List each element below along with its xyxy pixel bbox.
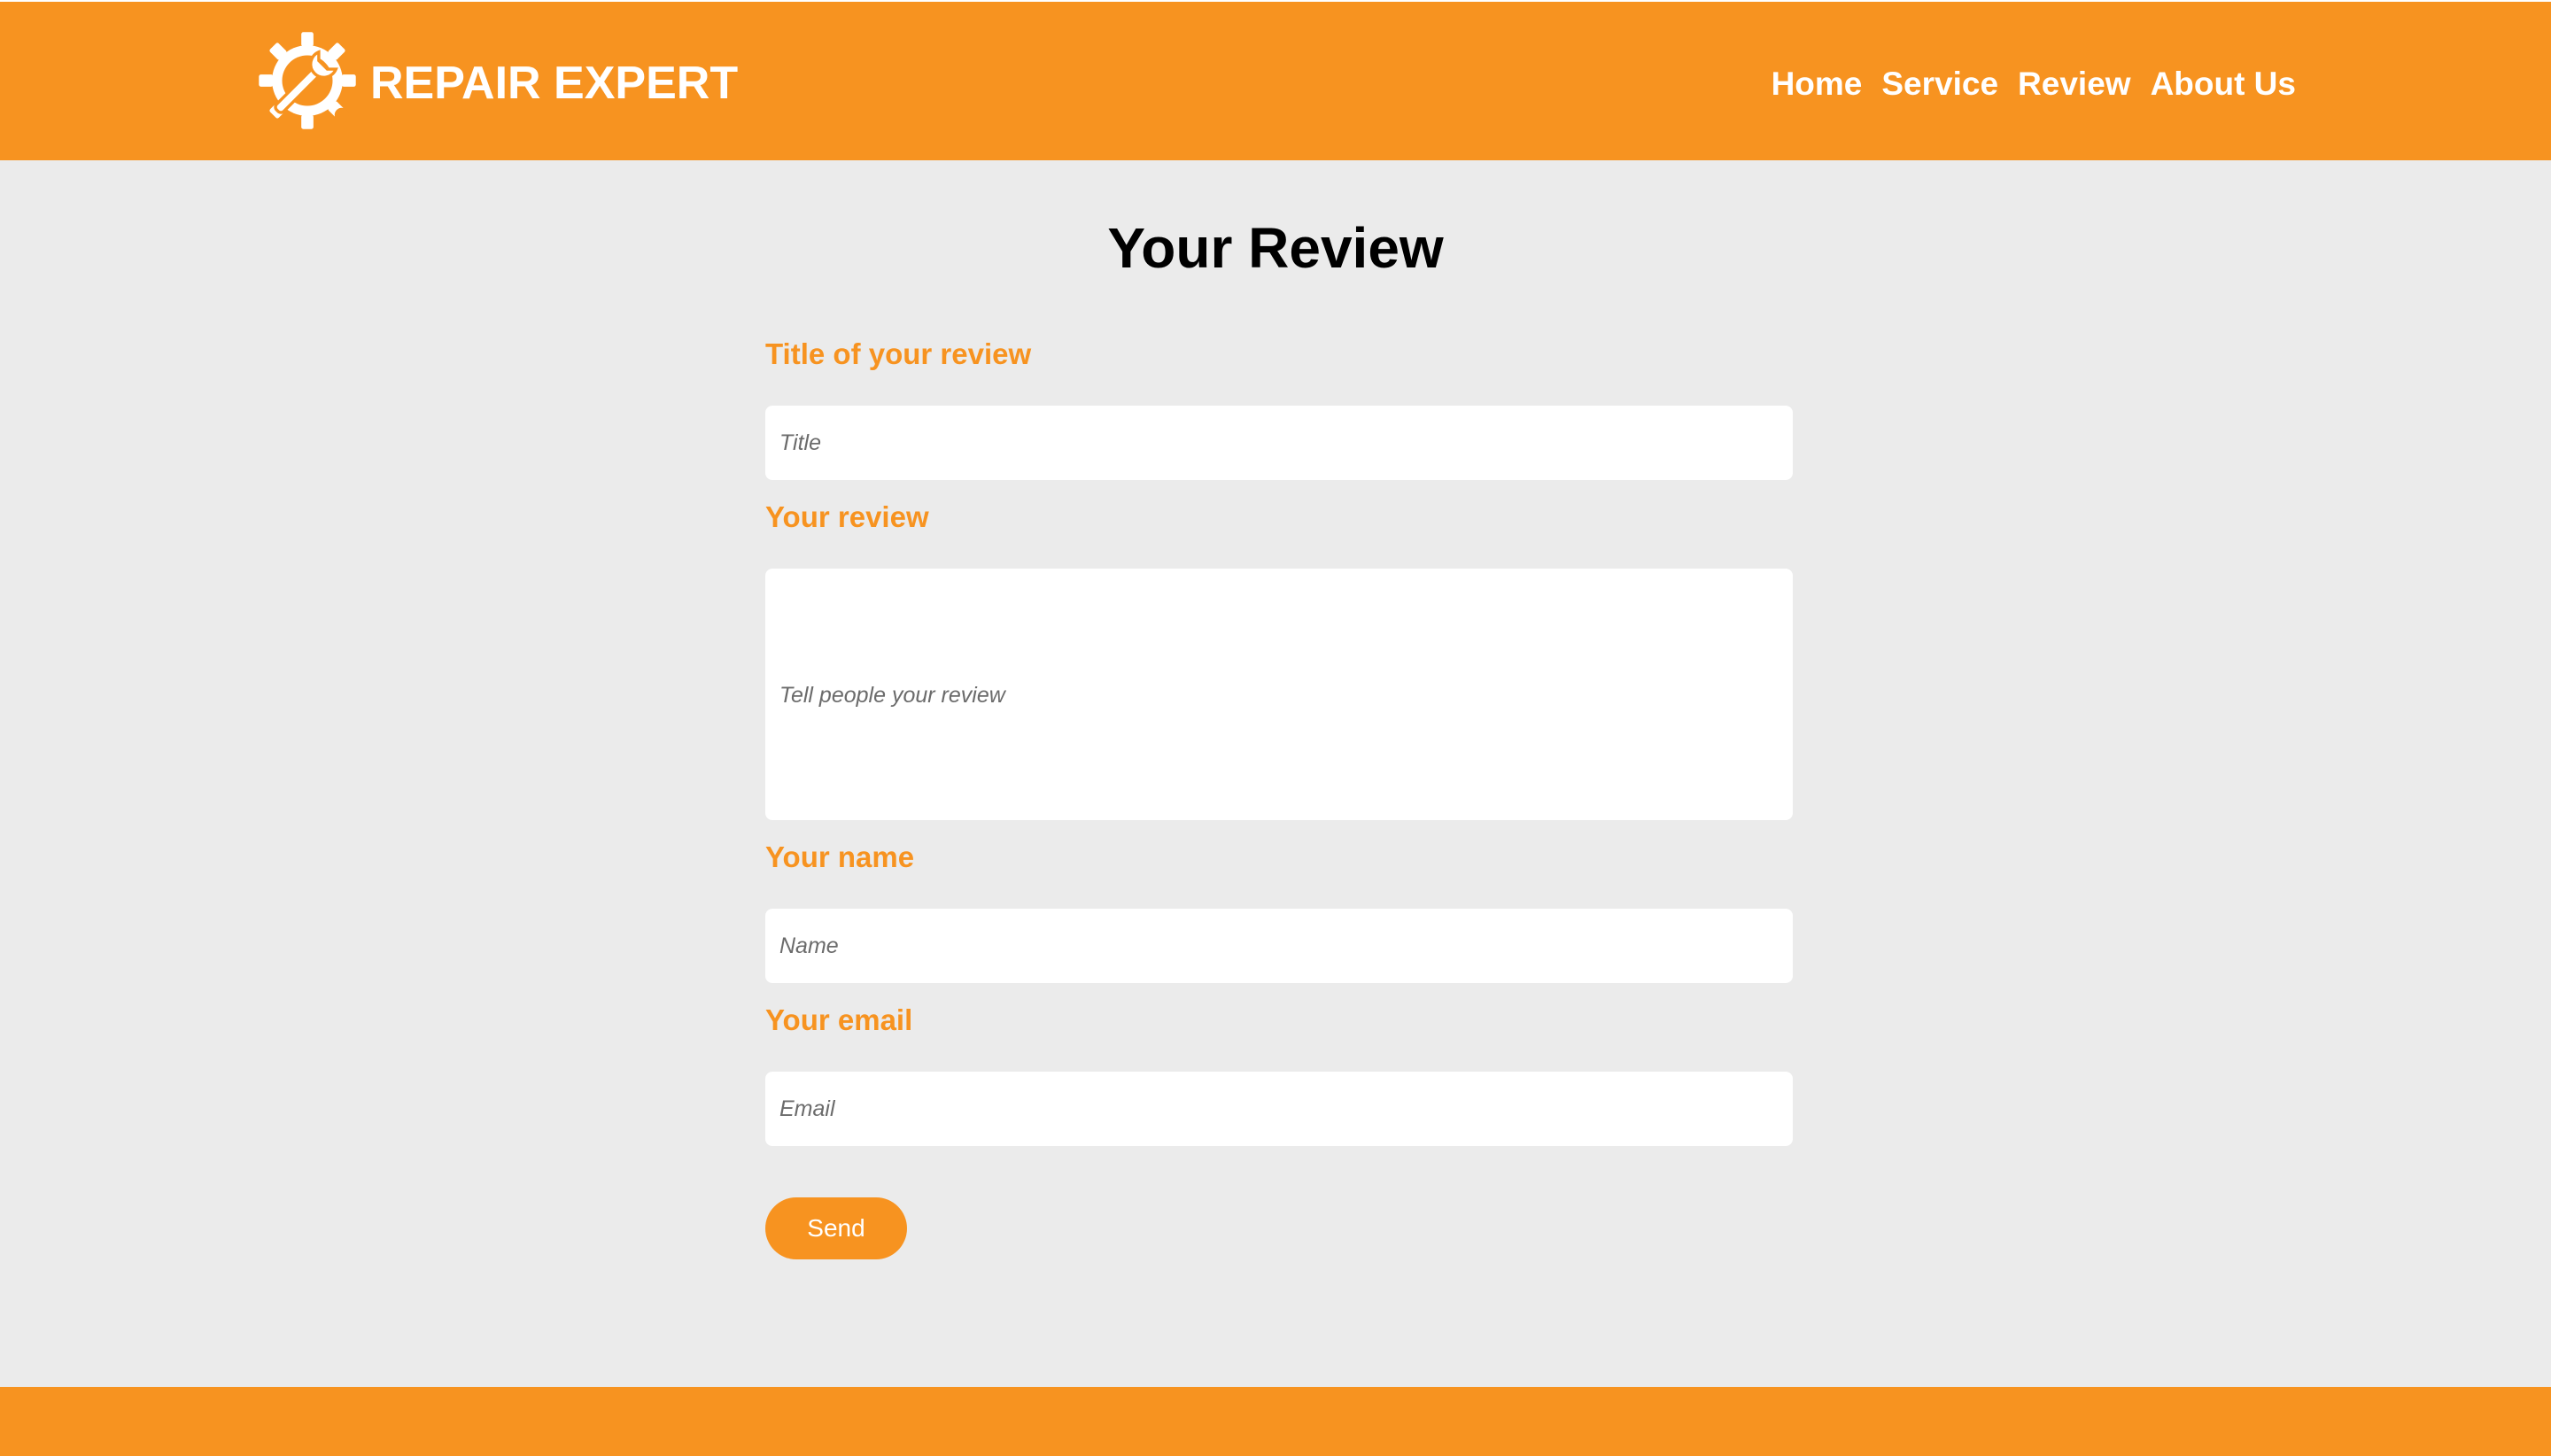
review-textarea[interactable] [765,569,1793,820]
title-label: Title of your review [765,337,1032,370]
name-input[interactable] [765,909,1793,983]
email-input[interactable] [765,1072,1793,1146]
review-label: Your review [765,500,929,533]
site-header: REPAIR EXPERT Home Service Review About … [0,0,2551,160]
name-label: Your name [765,840,915,873]
nav-item-service[interactable]: Service [1881,64,1998,105]
email-label: Your email [765,1003,913,1036]
send-button[interactable]: Send [765,1197,907,1259]
nav-item-review[interactable]: Review [2018,64,2131,105]
main-nav: Home Service Review About Us [1772,64,2296,105]
site-footer [0,1387,2551,1456]
gear-wrench-icon[interactable] [257,30,358,131]
nav-item-about-us[interactable]: About Us [2151,64,2296,105]
brand-name[interactable]: REPAIR EXPERT [370,57,738,110]
page-title: Your Review [1107,216,1444,280]
nav-item-home[interactable]: Home [1772,64,1863,105]
title-input[interactable] [765,406,1793,480]
